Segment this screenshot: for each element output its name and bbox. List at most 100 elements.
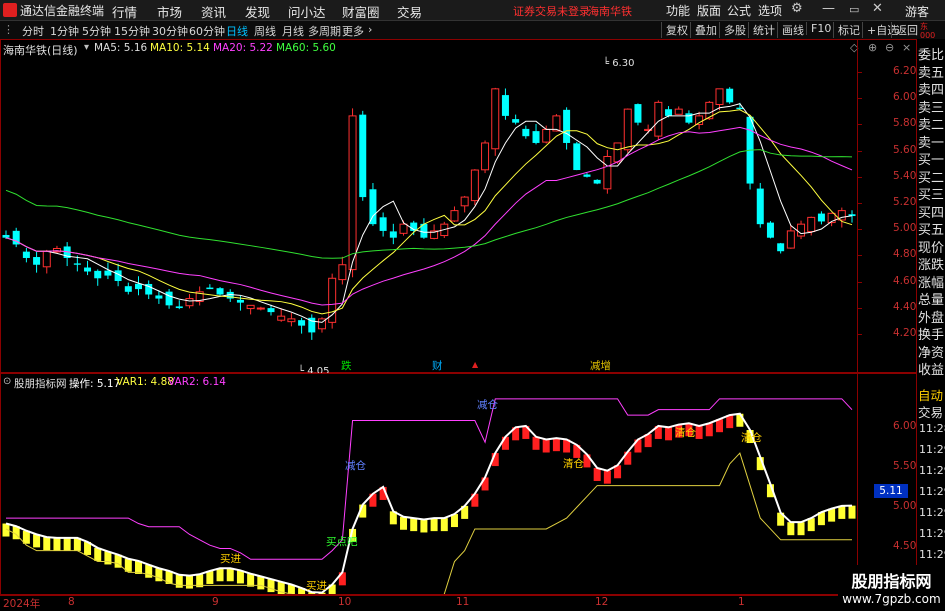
candle[interactable] xyxy=(399,223,408,234)
event-marker[interactable]: ▲ xyxy=(472,360,478,369)
indicator-toggle-icon[interactable]: ⊙ xyxy=(3,376,11,387)
period-5min[interactable]: 5分钟 xyxy=(82,23,111,39)
candle[interactable] xyxy=(369,189,377,225)
candle[interactable] xyxy=(175,306,183,309)
menu-market[interactable]: 市场 xyxy=(157,2,182,21)
candle[interactable] xyxy=(2,234,10,238)
candle[interactable] xyxy=(33,257,41,265)
candle[interactable] xyxy=(665,109,673,116)
candle[interactable] xyxy=(338,264,347,281)
candle[interactable] xyxy=(298,320,306,326)
mark-button[interactable]: 标记 xyxy=(833,22,860,38)
candle[interactable] xyxy=(685,113,693,123)
candle[interactable] xyxy=(797,223,806,237)
candle[interactable] xyxy=(287,318,296,323)
candle[interactable] xyxy=(379,217,387,231)
indicator-chart[interactable] xyxy=(0,388,917,594)
period-more[interactable]: 更多 xyxy=(342,23,364,39)
candle[interactable] xyxy=(328,277,337,323)
candle[interactable] xyxy=(552,115,561,132)
candle[interactable] xyxy=(766,222,774,238)
close-icon[interactable]: ✕ xyxy=(872,1,883,16)
candle[interactable] xyxy=(135,283,143,290)
candlestick-chart[interactable]: ╘ 6.30 └ 4.05 xyxy=(0,55,917,373)
multi-stock-button[interactable]: 多股 xyxy=(719,22,746,38)
period-multi[interactable]: 多周期 xyxy=(308,23,341,39)
menu-assistant[interactable]: 问小达 xyxy=(288,2,326,21)
period-monthly[interactable]: 月线 xyxy=(282,23,304,39)
candle[interactable] xyxy=(501,95,509,116)
period-60min[interactable]: 60分钟 xyxy=(189,23,225,39)
menu-formula[interactable]: 公式 xyxy=(727,2,751,19)
candle[interactable] xyxy=(348,115,357,271)
menu-news[interactable]: 资讯 xyxy=(201,2,226,21)
candle[interactable] xyxy=(22,251,30,258)
candle[interactable] xyxy=(104,270,112,276)
candle[interactable] xyxy=(216,288,224,295)
candle[interactable] xyxy=(481,142,490,171)
candle[interactable] xyxy=(256,307,265,310)
trade-label[interactable]: 交易 xyxy=(918,402,943,421)
candle[interactable] xyxy=(185,298,194,307)
candle[interactable] xyxy=(674,108,683,115)
candle[interactable] xyxy=(623,108,632,151)
overlay-button[interactable]: 叠加 xyxy=(690,22,717,38)
adjust-button[interactable]: 复权 xyxy=(661,22,688,38)
period-1min[interactable]: 1分钟 xyxy=(50,23,79,39)
candle[interactable] xyxy=(654,101,663,137)
candle[interactable] xyxy=(73,263,81,265)
menu-trade[interactable]: 交易 xyxy=(397,2,422,21)
candle[interactable] xyxy=(267,308,275,313)
period-daily[interactable]: 日线 xyxy=(226,23,248,39)
event-marker[interactable]: 减增 xyxy=(590,358,611,373)
candle[interactable] xyxy=(450,210,459,222)
candle[interactable] xyxy=(542,128,551,143)
candle[interactable] xyxy=(583,174,591,177)
more-chevron-icon[interactable]: › xyxy=(368,23,372,36)
event-marker[interactable]: 财 xyxy=(432,358,443,373)
candle[interactable] xyxy=(715,88,724,106)
candle[interactable] xyxy=(777,243,785,252)
candle[interactable] xyxy=(807,216,816,233)
period-15min[interactable]: 15分钟 xyxy=(114,23,150,39)
candle[interactable] xyxy=(165,291,173,306)
candle[interactable] xyxy=(206,287,214,290)
period-30min[interactable]: 30分钟 xyxy=(152,23,188,39)
menu-discover[interactable]: 发现 xyxy=(245,2,270,21)
candle[interactable] xyxy=(756,188,764,225)
level2-icon[interactable]: 东 000 xyxy=(920,22,935,40)
candle[interactable] xyxy=(532,131,540,143)
login-warning[interactable]: 证券交易未登录 xyxy=(513,3,590,19)
candle[interactable] xyxy=(573,143,581,171)
candle[interactable] xyxy=(124,286,132,292)
guest-label[interactable]: 游客 xyxy=(905,3,929,20)
menu-layout[interactable]: 版面 xyxy=(697,2,721,19)
draw-button[interactable]: 画线 xyxy=(777,22,804,38)
candle[interactable] xyxy=(563,109,571,143)
candle[interactable] xyxy=(512,119,520,123)
menu-wealth[interactable]: 财富圈 xyxy=(342,2,380,21)
period-intraday[interactable]: 分时 xyxy=(22,23,44,39)
candle[interactable] xyxy=(246,304,255,310)
candle[interactable] xyxy=(817,213,825,222)
candle[interactable] xyxy=(634,104,642,123)
minimize-icon[interactable]: — xyxy=(822,1,835,16)
candle[interactable] xyxy=(42,250,51,268)
candle[interactable] xyxy=(460,196,469,207)
maximize-icon[interactable]: ▭ xyxy=(849,3,859,16)
candle[interactable] xyxy=(613,142,622,163)
menu-function[interactable]: 功能 xyxy=(666,2,690,19)
candle[interactable] xyxy=(389,231,397,238)
candle[interactable] xyxy=(359,114,367,198)
candle[interactable] xyxy=(94,270,102,279)
period-weekly[interactable]: 周线 xyxy=(254,23,276,39)
menu-options[interactable]: 选项 xyxy=(758,2,782,19)
candle[interactable] xyxy=(236,299,244,303)
back-button[interactable]: 返回 xyxy=(891,22,918,38)
candle[interactable] xyxy=(726,88,734,103)
candle[interactable] xyxy=(277,315,286,321)
candle[interactable] xyxy=(593,179,601,184)
chevron-down-icon[interactable]: ▾ xyxy=(84,42,89,53)
candle[interactable] xyxy=(491,88,500,150)
candle[interactable] xyxy=(603,155,612,190)
